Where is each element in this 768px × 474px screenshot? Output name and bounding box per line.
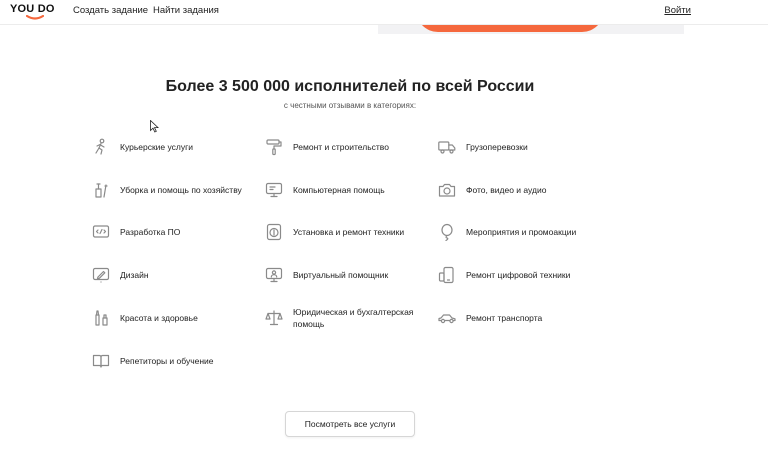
code-icon	[92, 223, 110, 241]
category-software[interactable]: Разработка ПО	[92, 218, 180, 246]
category-label: Ремонт цифровой техники	[466, 270, 571, 280]
courier-icon	[92, 138, 110, 156]
category-computer-help[interactable]: Компьютерная помощь	[265, 176, 385, 204]
category-events-promo[interactable]: Мероприятия и промоакции	[438, 218, 576, 246]
category-design[interactable]: Дизайн	[92, 261, 149, 289]
banner-bottom	[378, 24, 684, 34]
category-label: Разработка ПО	[120, 227, 181, 237]
truck-icon	[438, 138, 456, 156]
category-label: Ремонт транспорта	[466, 313, 543, 323]
category-label: Дизайн	[120, 270, 149, 280]
category-label: Компьютерная помощь	[293, 185, 385, 195]
category-appliance-repair[interactable]: Установка и ремонт техники	[265, 218, 404, 246]
camera-icon	[438, 181, 456, 199]
appliance-icon	[265, 223, 283, 241]
category-label: Грузоперевозки	[466, 142, 528, 152]
monitor-icon	[265, 181, 283, 199]
category-label: Виртуальный помощник	[293, 270, 389, 280]
design-icon	[92, 266, 110, 284]
category-courier[interactable]: Курьерские услуги	[92, 133, 193, 161]
logo-text: YOU DO	[10, 3, 55, 15]
page-subtitle: с честными отзывами в категориях:	[283, 101, 417, 110]
category-label: Репетиторы и обучение	[120, 356, 214, 366]
logo-smile-icon	[26, 15, 44, 20]
book-icon	[92, 352, 110, 370]
page-title: Более 3 500 000 исполнителей по всей Рос…	[165, 78, 535, 95]
category-label: Фото, видео и аудио	[466, 185, 547, 195]
category-label: Курьерские услуги	[120, 142, 193, 152]
category-repair-construction[interactable]: Ремонт и строительство	[265, 133, 389, 161]
category-photo-video-audio[interactable]: Фото, видео и аудио	[438, 176, 546, 204]
assistant-icon	[265, 266, 283, 284]
nav-find-tasks[interactable]: Найти задания	[153, 5, 219, 16]
car-icon	[438, 309, 456, 327]
banner-orange-shape	[416, 24, 604, 32]
paint-roller-icon	[265, 138, 283, 156]
nav-create-task[interactable]: Создать задание	[73, 5, 148, 16]
category-label: Красота и здоровье	[120, 313, 198, 323]
category-tutors[interactable]: Репетиторы и обучение	[92, 347, 214, 375]
top-bar: YOU DO Создать задание Найти задания Вой…	[0, 0, 768, 25]
cleaning-icon	[92, 181, 110, 199]
category-virtual-assistant[interactable]: Виртуальный помощник	[265, 261, 388, 289]
category-label: Ремонт и строительство	[293, 142, 389, 152]
category-freight[interactable]: Грузоперевозки	[438, 133, 528, 161]
login-link[interactable]: Войти	[664, 5, 691, 16]
scales-icon	[265, 309, 283, 327]
category-cleaning[interactable]: Уборка и помощь по хозяйству	[92, 176, 242, 204]
category-vehicle-repair[interactable]: Ремонт транспорта	[438, 304, 542, 332]
beauty-icon	[92, 309, 110, 327]
category-label: Юридическая и бухгалтерская помощь	[293, 307, 414, 329]
category-label: Установка и ремонт техники	[293, 227, 405, 237]
category-label: Мероприятия и промоакции	[466, 227, 577, 237]
category-legal-accounting[interactable]: Юридическая и бухгалтерская помощь	[265, 304, 428, 332]
youdo-logo[interactable]: YOU DO	[10, 3, 55, 21]
view-all-services-button[interactable]: Посмотреть все услуги	[285, 411, 415, 437]
mouse-cursor-icon	[150, 120, 159, 133]
category-beauty[interactable]: Красота и здоровье	[92, 304, 198, 332]
category-digital-repair[interactable]: Ремонт цифровой техники	[438, 261, 570, 289]
devices-icon	[438, 266, 456, 284]
balloon-icon	[438, 223, 456, 241]
category-label: Уборка и помощь по хозяйству	[120, 185, 242, 195]
